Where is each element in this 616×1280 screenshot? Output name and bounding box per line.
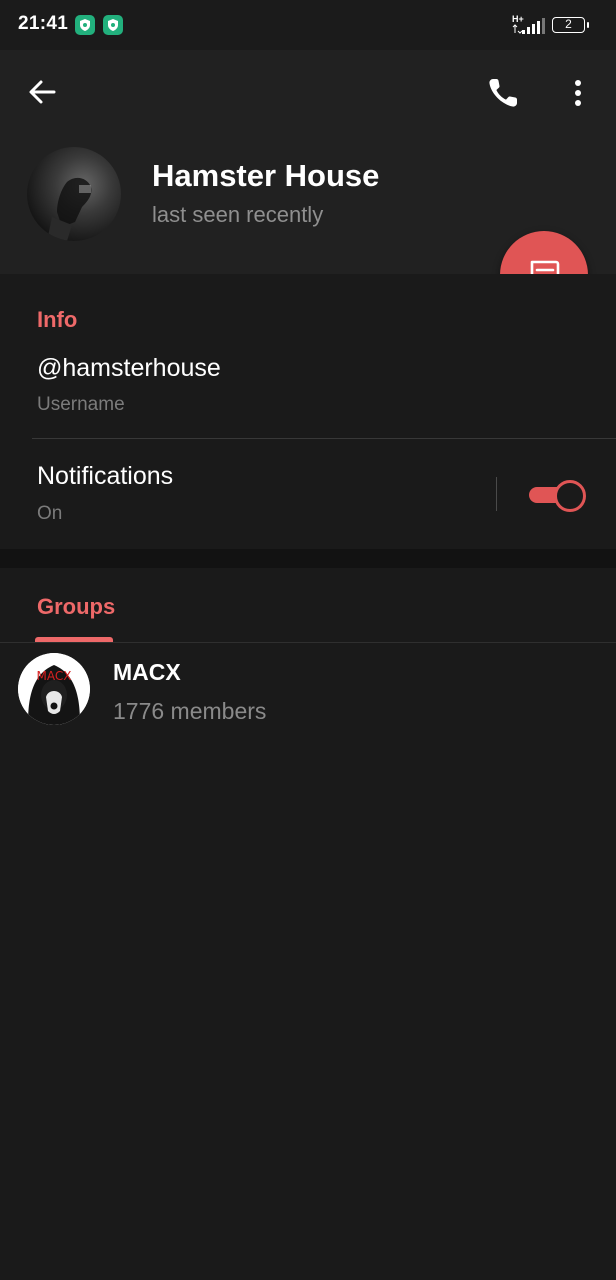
group-avatar-text: MACX — [37, 669, 72, 683]
section-gap — [0, 549, 616, 568]
username-value: @hamsterhouse — [37, 354, 221, 382]
list-item[interactable]: MACX MACX 1776 members — [0, 644, 616, 734]
shield-app-icon — [75, 15, 95, 35]
divider — [32, 438, 616, 439]
arrow-left-icon — [29, 80, 56, 104]
notifications-title: Notifications — [37, 462, 174, 490]
tabs-divider — [0, 642, 616, 643]
last-seen-status: last seen recently — [152, 202, 324, 227]
groups-section: Groups MACX MACX 1776 members — [0, 568, 616, 1280]
tab-groups[interactable]: Groups — [34, 588, 116, 642]
battery-level: 2 — [565, 17, 572, 31]
battery-icon: 2 — [552, 17, 589, 33]
more-vertical-icon — [575, 80, 581, 106]
username-label: Username — [37, 394, 125, 415]
status-time: 21:41 — [18, 13, 69, 34]
avatar[interactable] — [27, 147, 121, 241]
contact-name: Hamster House — [152, 158, 380, 193]
signal-icon: H+ — [512, 14, 546, 36]
shield-app-icon — [103, 15, 123, 35]
notifications-status: On — [37, 503, 63, 524]
call-button[interactable] — [480, 70, 526, 116]
status-bar: 21:41 H+ 2 — [0, 0, 616, 50]
group-name: MACX — [113, 659, 181, 685]
info-section-title: Info — [37, 307, 78, 332]
back-button[interactable] — [20, 70, 66, 116]
toggle-knob — [554, 480, 586, 512]
more-options-button[interactable] — [560, 70, 596, 116]
group-avatar: MACX — [18, 653, 90, 725]
group-members-count: 1776 members — [113, 698, 267, 724]
phone-icon — [489, 79, 517, 107]
info-section: Info @hamsterhouse Username Notification… — [0, 274, 616, 549]
vertical-divider — [496, 477, 497, 511]
notifications-toggle[interactable] — [529, 477, 586, 512]
groups-tab-label: Groups — [37, 594, 116, 619]
